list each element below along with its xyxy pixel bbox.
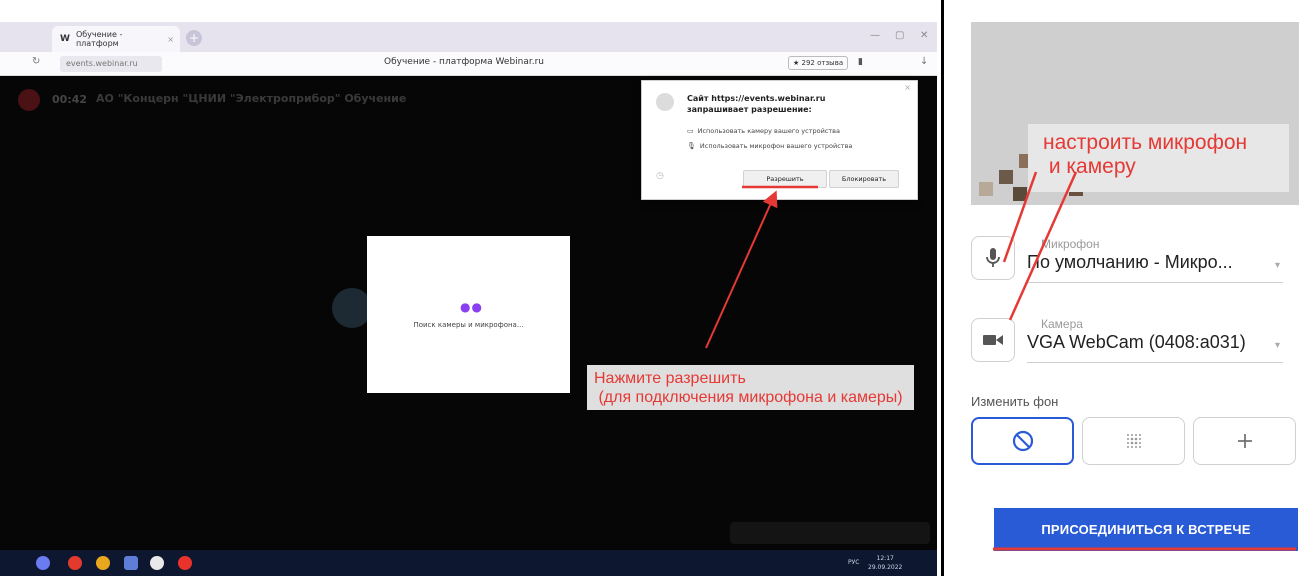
yandex-icon[interactable] (178, 556, 192, 570)
camera-permission-text: Использовать камеру вашего устройства (697, 127, 840, 135)
add-background-button[interactable] (1193, 417, 1296, 465)
explorer-icon[interactable] (124, 556, 138, 570)
webinar-logo-icon: W (60, 34, 70, 44)
camera-icon (983, 335, 1003, 345)
microphone-icon (986, 248, 1000, 267)
site-info-icon (656, 93, 674, 111)
clock-time: 12:17 (876, 555, 894, 562)
allow-button[interactable]: Разрешить (743, 170, 827, 188)
preview-pixel (979, 182, 993, 196)
reviews-badge[interactable]: ★ 292 отзыва (788, 56, 849, 70)
microphone-select-underline (1027, 282, 1283, 283)
plus-icon (1237, 434, 1252, 448)
device-search-dialog: ●● Поиск камеры и микрофона... (367, 236, 570, 393)
timer-text: 00:42 (52, 93, 88, 106)
url-field[interactable]: events.webinar.ru (60, 56, 162, 72)
screenshot-root: W Обучение - платформ × + — ▢ ✕ ↻ events… (0, 0, 1299, 576)
microphone-toggle-button[interactable] (971, 236, 1015, 280)
camera-icon: ▭ (687, 127, 694, 135)
close-tab-icon[interactable]: × (167, 35, 174, 44)
chevron-down-icon[interactable]: ▾ (1275, 260, 1280, 271)
block-button[interactable]: Блокировать (829, 170, 899, 188)
microphone-label: Микрофон (1041, 237, 1100, 251)
webinar-title: АО "Концерн "ЦНИИ "Электроприбор" Обучен… (96, 92, 407, 105)
site-line: Сайт https://events.webinar.ru (687, 94, 826, 103)
close-icon[interactable]: × (904, 83, 911, 92)
request-line: запрашивает разрешение: (687, 105, 812, 114)
searching-text: Поиск камеры и микрофона... (413, 321, 524, 329)
record-icon (18, 89, 40, 111)
allow-instruction-callout: Нажмите разрешить (для подключения микро… (587, 365, 914, 410)
blur-background-button[interactable] (1082, 417, 1185, 465)
camera-toggle-button[interactable] (971, 318, 1015, 362)
mic-permission-item: 🎙 Использовать микрофон вашего устройства (687, 142, 852, 150)
join-meeting-panel: настроить микрофон и камеру Микрофон По … (944, 0, 1299, 576)
join-meeting-button[interactable]: ПРИСОЕДИНИТЬСЯ К ВСТРЕЧЕ (994, 508, 1298, 551)
camera-placeholder-icon (332, 288, 372, 328)
setup-devices-callout: настроить микрофон и камеру (1028, 124, 1289, 192)
camera-permission-item: ▭ Использовать камеру вашего устройства (687, 127, 840, 135)
new-tab-icon[interactable]: + (186, 30, 202, 46)
yandex-browser-icon[interactable] (150, 556, 164, 570)
chrome-icon[interactable] (96, 556, 110, 570)
camera-label: Камера (1041, 317, 1083, 331)
start-icon[interactable] (36, 556, 50, 570)
chat-input[interactable] (730, 522, 930, 544)
no-background-icon (1012, 430, 1033, 452)
tab-webinar[interactable]: W Обучение - платформ × (52, 26, 180, 52)
maximize-icon[interactable]: ▢ (895, 30, 904, 41)
chevron-down-icon[interactable]: ▾ (1275, 340, 1280, 351)
history-icon: ◷ (656, 171, 664, 181)
background-label: Изменить фон (971, 394, 1059, 409)
minimize-icon[interactable]: — (870, 30, 880, 41)
browser-window: W Обучение - платформ × + — ▢ ✕ ↻ events… (0, 0, 937, 576)
taskbar-clock[interactable]: 12:17 29.09.2022 (868, 554, 902, 572)
recording-timer: 00:42 (18, 89, 87, 111)
blur-icon (1126, 434, 1141, 448)
camera-preview: настроить микрофон и камеру (971, 22, 1299, 205)
download-icon[interactable]: ↓ (920, 56, 928, 67)
page-title: Обучение - платформа Webinar.ru (384, 57, 545, 67)
opera-icon[interactable] (68, 556, 82, 570)
camera-select-underline (1027, 362, 1283, 363)
address-bar: ↻ events.webinar.ru Обучение - платформа… (0, 52, 937, 76)
permission-popup: × Сайт https://events.webinar.ru запраши… (641, 80, 918, 200)
bookmark-icon[interactable]: ▮ (858, 57, 863, 67)
microphone-icon: 🎙 (687, 142, 696, 150)
permission-header: Сайт https://events.webinar.ru запрашива… (687, 93, 897, 115)
camera-select[interactable]: VGA WebCam (0408:a031) (1027, 332, 1246, 353)
clock-date: 29.09.2022 (868, 564, 903, 571)
language-indicator[interactable]: РУС (848, 559, 859, 566)
close-window-icon[interactable]: ✕ (920, 30, 928, 41)
microphone-select[interactable]: По умолчанию - Микро... (1027, 252, 1233, 273)
no-background-button[interactable] (971, 417, 1074, 465)
windows-taskbar: РУС 12:17 29.09.2022 (0, 550, 937, 576)
tab-bar: W Обучение - платформ × + — ▢ ✕ (0, 22, 937, 52)
tab-title: Обучение - платформ (75, 30, 123, 48)
preview-pixel (1013, 187, 1027, 201)
loading-dots-icon: ●● (460, 300, 483, 314)
refresh-icon[interactable]: ↻ (32, 56, 40, 67)
url-text: events.webinar.ru (66, 59, 138, 68)
mic-permission-text: Использовать микрофон вашего устройства (699, 142, 853, 150)
preview-pixel (999, 170, 1013, 184)
